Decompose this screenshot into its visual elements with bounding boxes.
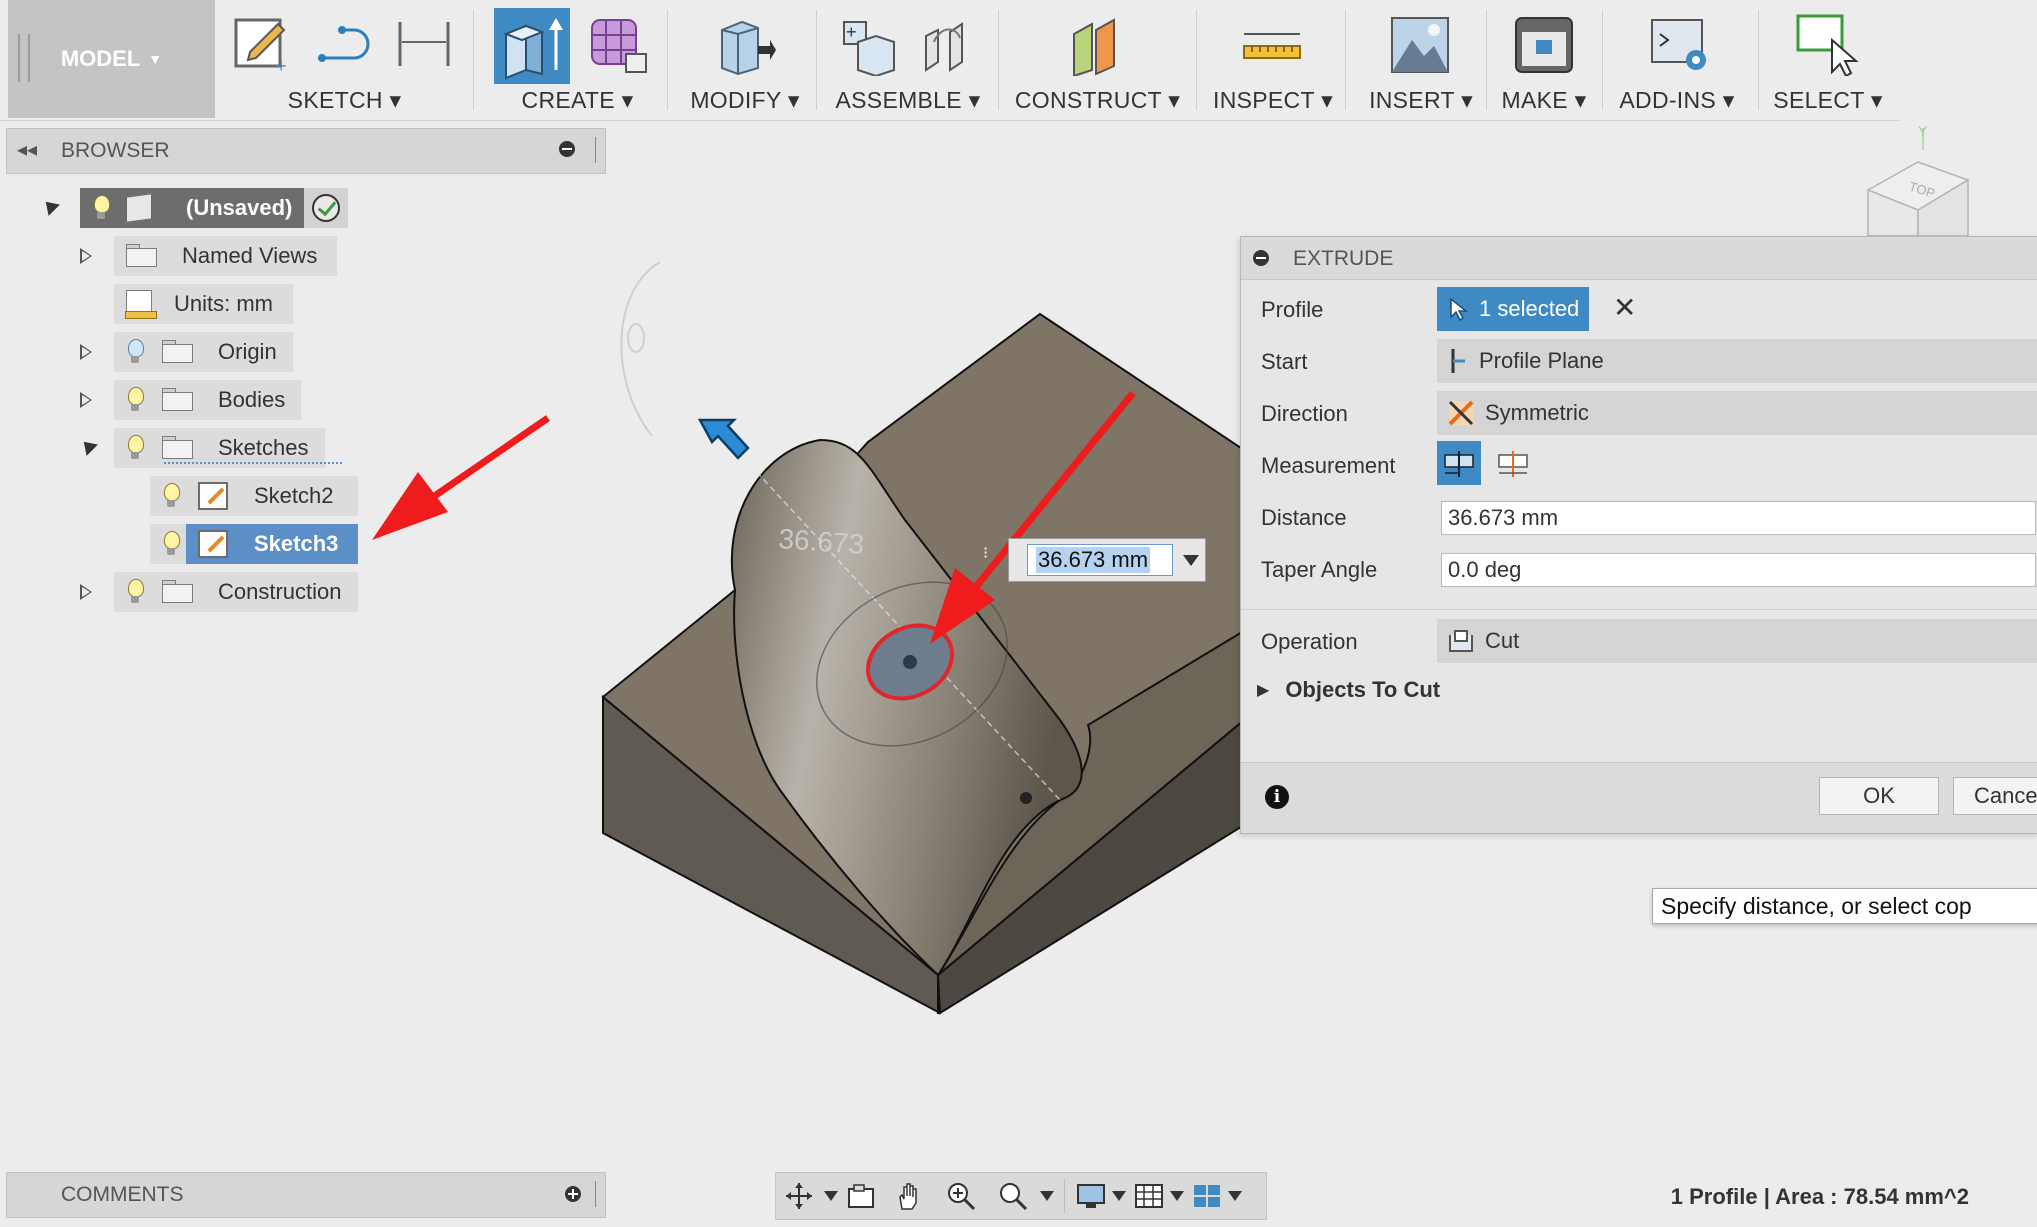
operation-value: Cut xyxy=(1485,628,1520,653)
measurement-label: Measurement xyxy=(1261,453,1396,478)
viewcube[interactable]: Y TOP xyxy=(1866,123,1970,237)
viewports-icon[interactable] xyxy=(1192,1181,1222,1211)
profile-center-far xyxy=(1020,792,1032,804)
objects-to-cut-label: Objects To Cut xyxy=(1285,677,1441,702)
profile-value: 1 selected xyxy=(1479,296,1580,321)
dialog-title: EXTRUDE xyxy=(1293,247,1394,270)
direction-label: Direction xyxy=(1261,401,1348,426)
half-length-icon xyxy=(1444,451,1474,477)
info-icon[interactable]: i xyxy=(1265,785,1289,809)
extrude-header[interactable]: EXTRUDE xyxy=(1241,237,2037,280)
operation-dropdown[interactable]: Cut xyxy=(1437,619,2037,663)
profile-selection-button[interactable]: 1 selected xyxy=(1437,287,1589,331)
dialog-divider xyxy=(1241,609,2037,610)
navigation-bar xyxy=(775,1172,1267,1220)
cut-icon xyxy=(1449,630,1473,652)
taper-field-value: 0.0 deg xyxy=(1448,557,1522,582)
distance-input-box[interactable]: 36.673 mm ⁝ xyxy=(983,538,1206,582)
selection-status: 1 Profile | Area : 78.54 mm^2 xyxy=(1670,1184,1969,1209)
look-at-icon[interactable] xyxy=(846,1181,876,1211)
expand-triangle-icon: ▶ xyxy=(1257,682,1270,699)
distance-input-value: 36.673 mm xyxy=(1036,547,1151,573)
operation-label: Operation xyxy=(1261,629,1358,654)
rotation-handle-icon[interactable] xyxy=(627,323,645,353)
cursor-arrow-icon xyxy=(1450,297,1469,321)
dialog-footer: i OK Cance xyxy=(1241,762,2037,833)
profile-center xyxy=(903,655,917,669)
zoom-window-icon[interactable] xyxy=(998,1181,1028,1211)
expand-icon[interactable] xyxy=(565,1186,581,1202)
move-handle-icon[interactable]: ⁝ xyxy=(983,543,988,563)
distance-input[interactable]: 36.673 mm xyxy=(1027,544,1173,576)
annotation-arrow-sketch3 xyxy=(418,415,550,509)
profile-label: Profile xyxy=(1261,297,1324,322)
nav-divider xyxy=(1064,1179,1065,1213)
ok-button[interactable]: OK xyxy=(1819,777,1939,815)
panel-grip[interactable] xyxy=(595,1181,599,1207)
distance-label: Distance xyxy=(1261,505,1347,530)
comments-title: COMMENTS xyxy=(61,1183,184,1206)
cancel-button[interactable]: Cance xyxy=(1953,777,2037,815)
start-dropdown[interactable]: Profile Plane xyxy=(1437,339,2037,383)
tooltip: Specify distance, or select cop xyxy=(1652,888,2037,924)
objects-to-cut-toggle[interactable]: ▶ Objects To Cut xyxy=(1257,677,1440,703)
axis-y-label: Y xyxy=(1918,123,1928,139)
chevron-down-icon[interactable] xyxy=(824,1191,838,1201)
comments-panel[interactable]: COMMENTS xyxy=(6,1172,606,1218)
chevron-down-icon[interactable] xyxy=(1040,1191,1054,1201)
whole-length-icon xyxy=(1498,451,1528,477)
dimension-ghost-text: 36.673 xyxy=(778,523,866,560)
distance-field-value: 36.673 mm xyxy=(1448,505,1559,530)
direction-value: Symmetric xyxy=(1485,400,1589,425)
clear-selection-icon[interactable]: ✕ xyxy=(1613,291,1636,324)
profile-plane-icon xyxy=(1451,349,1465,373)
minimize-icon[interactable] xyxy=(1253,250,1269,266)
distance-field[interactable]: 36.673 mm xyxy=(1441,501,2036,535)
chevron-down-icon[interactable] xyxy=(1112,1191,1126,1201)
zoom-icon[interactable] xyxy=(946,1181,976,1211)
direction-dropdown[interactable]: Symmetric xyxy=(1437,391,2037,435)
symmetric-icon xyxy=(1448,400,1474,426)
start-label: Start xyxy=(1261,349,1308,374)
display-settings-icon[interactable] xyxy=(1076,1181,1106,1211)
measurement-symmetric-button[interactable] xyxy=(1437,441,1481,485)
pan-hand-icon[interactable] xyxy=(894,1181,924,1211)
measurement-whole-button[interactable] xyxy=(1491,441,1535,485)
orbit-icon[interactable] xyxy=(784,1181,814,1211)
distance-manipulator-arrow-icon[interactable] xyxy=(697,418,750,460)
chevron-down-icon[interactable] xyxy=(1228,1191,1242,1201)
taper-angle-field[interactable]: 0.0 deg xyxy=(1441,553,2036,587)
taper-label: Taper Angle xyxy=(1261,557,1378,582)
grid-icon[interactable] xyxy=(1134,1181,1164,1211)
annotation-arrowhead-icon xyxy=(372,472,448,540)
chevron-down-icon[interactable] xyxy=(1183,555,1199,566)
chevron-down-icon[interactable] xyxy=(1170,1191,1184,1201)
extrude-dialog: EXTRUDE Profile 1 selected ✕ Start Profi… xyxy=(1240,236,2037,834)
start-value: Profile Plane xyxy=(1479,348,1604,373)
